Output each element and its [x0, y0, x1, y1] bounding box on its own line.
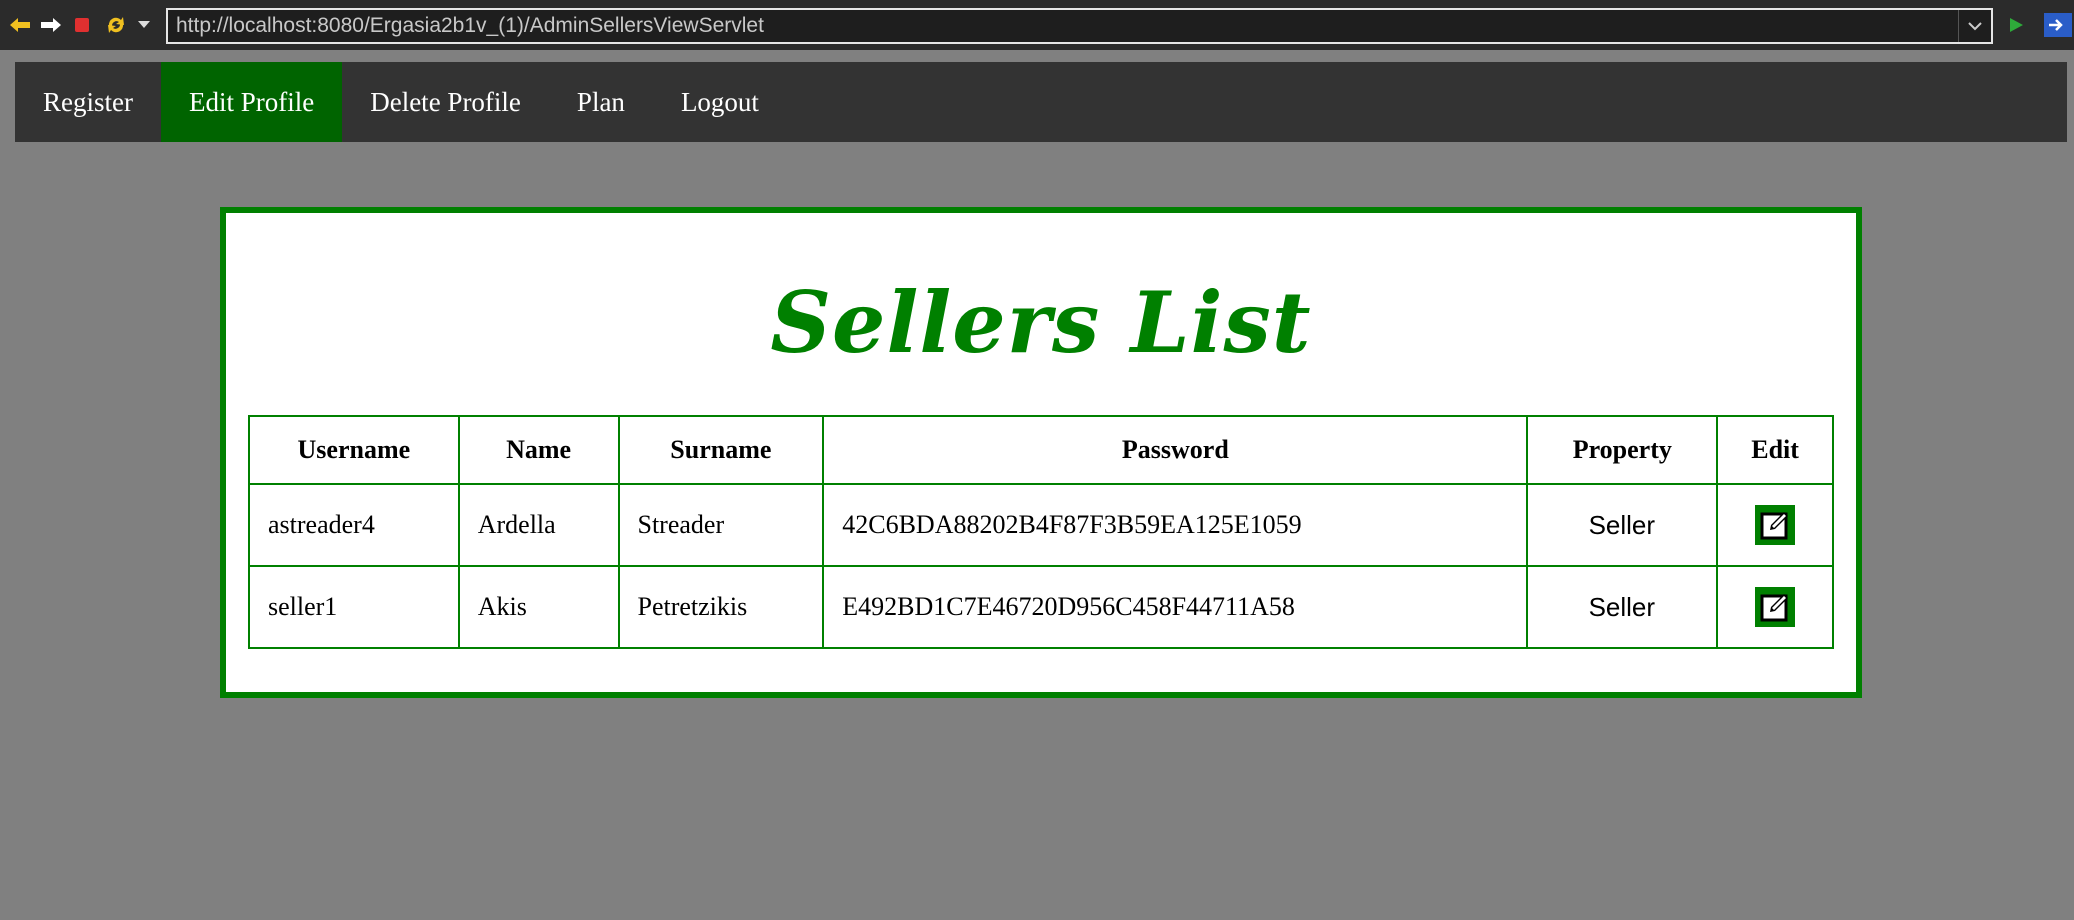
edit-icon	[1760, 594, 1788, 622]
cell-username: astreader4	[248, 483, 460, 567]
sellers-table: Username Name Surname Password Property …	[248, 415, 1834, 649]
column-header-password: Password	[822, 415, 1529, 485]
cell-username: seller1	[248, 565, 460, 649]
table-row: seller1 Akis Petretzikis E492BD1C7E46720…	[248, 565, 1834, 649]
url-history-dropdown[interactable]	[1958, 10, 1991, 42]
edit-button[interactable]	[1754, 587, 1795, 627]
cell-surname: Streader	[617, 483, 825, 567]
cell-edit	[1716, 483, 1834, 567]
dropdown-arrow-icon[interactable]	[132, 13, 156, 37]
cell-property: Seller	[1526, 565, 1719, 649]
sellers-panel: Sellers List Username Name Surname Passw…	[220, 207, 1862, 698]
stop-icon[interactable]	[70, 13, 94, 37]
go-play-icon[interactable]	[2004, 13, 2028, 37]
cell-name: Ardella	[457, 483, 620, 567]
edit-button[interactable]	[1754, 505, 1795, 545]
column-header-name: Name	[457, 415, 620, 485]
url-text: http://localhost:8080/Ergasia2b1v_(1)/Ad…	[176, 14, 764, 37]
cell-password: 42C6BDA88202B4F87F3B59EA125E1059	[822, 483, 1529, 567]
table-header-row: Username Name Surname Password Property …	[248, 415, 1834, 485]
main-navbar: Register Edit Profile Delete Profile Pla…	[15, 62, 2067, 142]
back-arrow-icon[interactable]	[8, 13, 32, 37]
url-input[interactable]: http://localhost:8080/Ergasia2b1v_(1)/Ad…	[166, 8, 1993, 44]
column-header-property: Property	[1526, 415, 1719, 485]
forward-arrow-icon[interactable]	[39, 13, 63, 37]
nav-delete-profile[interactable]: Delete Profile	[342, 62, 549, 142]
browser-toolbar: http://localhost:8080/Ergasia2b1v_(1)/Ad…	[0, 0, 2074, 50]
column-header-edit: Edit	[1716, 415, 1834, 485]
nav-edit-profile[interactable]: Edit Profile	[160, 62, 343, 142]
nav-logout[interactable]: Logout	[653, 62, 787, 142]
edit-icon	[1760, 512, 1788, 540]
column-header-surname: Surname	[617, 415, 825, 485]
refresh-icon[interactable]	[104, 13, 128, 37]
cell-edit	[1716, 565, 1834, 649]
nav-plan[interactable]: Plan	[549, 62, 653, 142]
cell-name: Akis	[457, 565, 620, 649]
cell-password: E492BD1C7E46720D956C458F44711A58	[822, 565, 1529, 649]
open-external-icon[interactable]	[2042, 13, 2074, 37]
column-header-username: Username	[248, 415, 460, 485]
cell-property: Seller	[1526, 483, 1719, 567]
table-row: astreader4 Ardella Streader 42C6BDA88202…	[248, 483, 1834, 567]
nav-register[interactable]: Register	[15, 62, 161, 142]
cell-surname: Petretzikis	[617, 565, 825, 649]
chevron-down-icon	[1968, 21, 1982, 30]
page-title: Sellers List	[770, 273, 1312, 372]
